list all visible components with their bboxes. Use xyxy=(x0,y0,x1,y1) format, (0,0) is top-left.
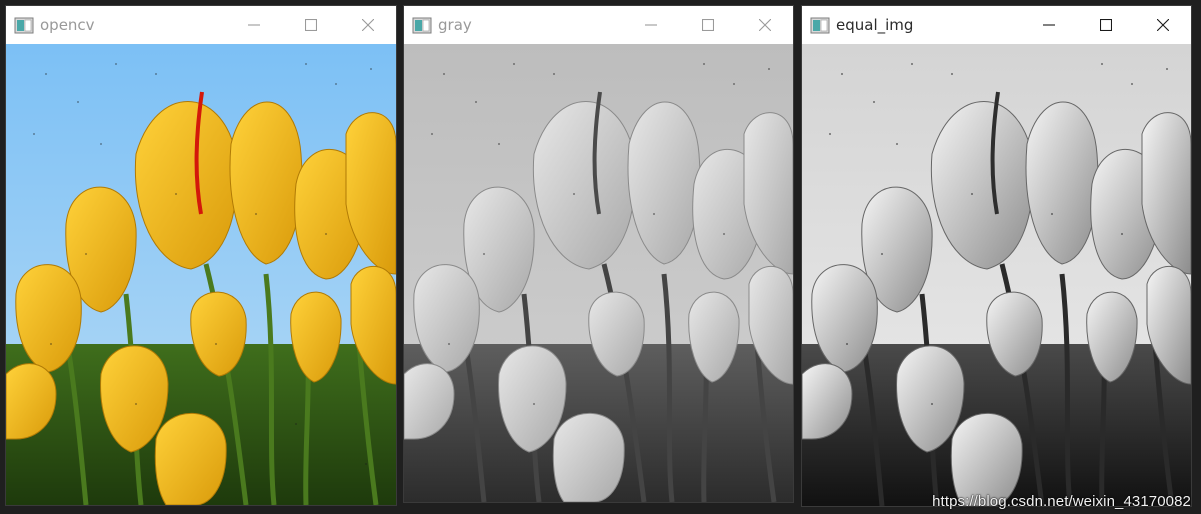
minimize-icon xyxy=(1042,24,1055,26)
app-icon xyxy=(412,17,432,34)
window-equal-img[interactable]: equal_img xyxy=(802,6,1191,506)
close-icon xyxy=(1156,19,1169,31)
watermark-url: https://blog.csdn.net/weixin_43170082 xyxy=(932,493,1191,510)
window-opencv[interactable]: opencv xyxy=(6,6,396,505)
image-canvas-color xyxy=(6,44,396,505)
window-gray[interactable]: gray xyxy=(404,6,793,502)
minimize-icon xyxy=(247,24,260,26)
maximize-icon xyxy=(304,19,317,31)
tulip-image-gray xyxy=(404,44,793,502)
titlebar[interactable]: equal_img xyxy=(802,6,1191,44)
minimize-button[interactable] xyxy=(1020,6,1077,44)
tulip-image-equalized xyxy=(802,44,1191,506)
maximize-icon xyxy=(701,19,714,31)
close-icon xyxy=(758,19,771,31)
maximize-button[interactable] xyxy=(282,6,339,44)
image-canvas-equalized xyxy=(802,44,1191,506)
minimize-button[interactable] xyxy=(225,6,282,44)
close-button[interactable] xyxy=(1134,6,1191,44)
app-icon xyxy=(14,17,34,34)
maximize-button[interactable] xyxy=(1077,6,1134,44)
close-icon xyxy=(361,19,374,31)
titlebar[interactable]: gray xyxy=(404,6,793,44)
minimize-button[interactable] xyxy=(622,6,679,44)
maximize-button[interactable] xyxy=(679,6,736,44)
minimize-icon xyxy=(644,24,657,26)
window-title: gray xyxy=(438,16,472,34)
tulip-image-color xyxy=(6,44,396,505)
image-canvas-gray xyxy=(404,44,793,502)
app-icon xyxy=(810,17,830,34)
close-button[interactable] xyxy=(736,6,793,44)
titlebar[interactable]: opencv xyxy=(6,6,396,44)
window-title: equal_img xyxy=(836,16,914,34)
maximize-icon xyxy=(1099,19,1112,31)
close-button[interactable] xyxy=(339,6,396,44)
window-title: opencv xyxy=(40,16,95,34)
